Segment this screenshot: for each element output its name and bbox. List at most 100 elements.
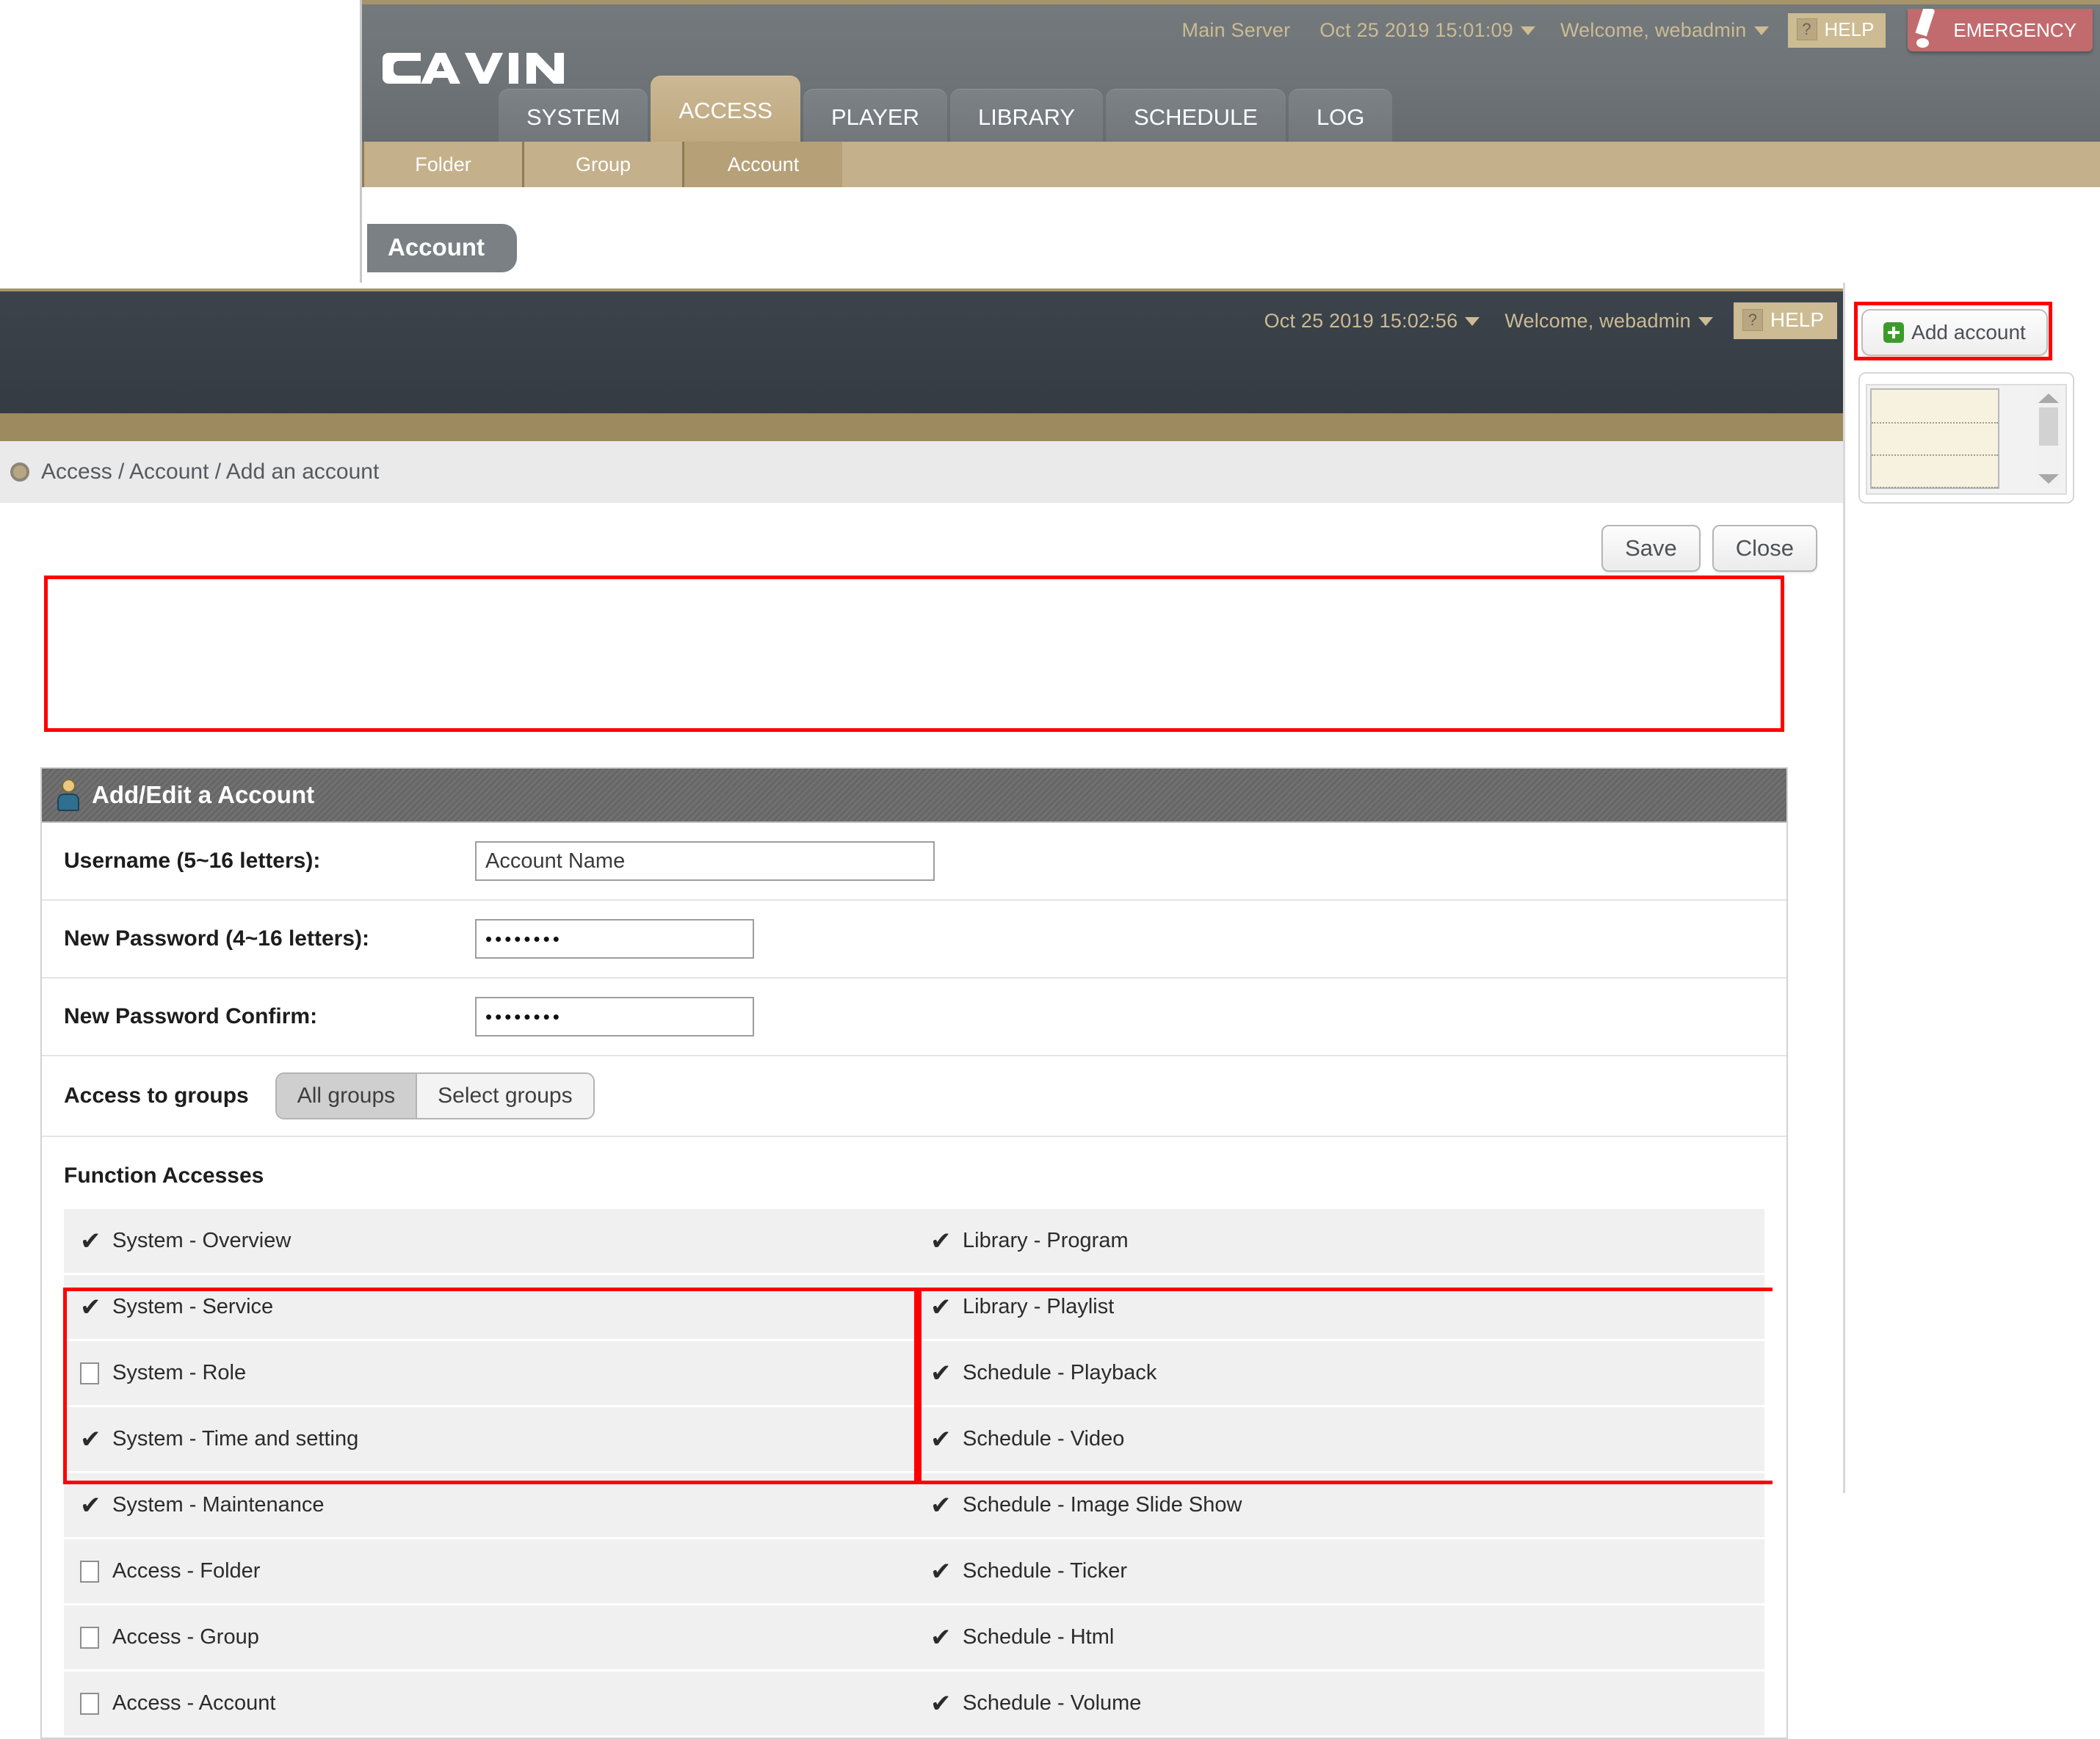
access-to-groups-label: Access to groups <box>64 1083 249 1108</box>
function-access-row[interactable]: ✔Schedule - Video <box>914 1407 1764 1473</box>
overlay-welcome-user-label[interactable]: Welcome, webadmin <box>1505 310 1713 333</box>
checkmark-icon: ✔ <box>930 1691 963 1716</box>
function-access-row[interactable]: ✔Schedule - Playback <box>914 1341 1764 1407</box>
function-access-row[interactable]: ✔Schedule - Html <box>914 1605 1764 1671</box>
plus-icon <box>1883 322 1904 343</box>
help-label: HELP <box>1825 18 1875 41</box>
function-access-label: Schedule - Video <box>963 1427 1124 1451</box>
subtab-account[interactable]: Account <box>682 142 842 187</box>
server-name: Main Server <box>1182 19 1291 42</box>
function-access-label: Access - Folder <box>112 1559 260 1583</box>
welcome-user-label[interactable]: Welcome, webadmin <box>1560 19 1769 42</box>
tab-player[interactable]: PLAYER <box>803 89 947 146</box>
tab-schedule[interactable]: SCHEDULE <box>1106 89 1286 146</box>
function-accesses-grid: ✔System - Overview✔System - ServiceSyste… <box>42 1209 1786 1738</box>
function-access-label: Library - Playlist <box>963 1295 1114 1319</box>
add-account-button[interactable]: Add account <box>1861 309 2048 356</box>
tab-system[interactable]: SYSTEM <box>499 89 648 146</box>
function-access-label: Schedule - Volume <box>963 1691 1141 1716</box>
scroll-down-arrow-icon[interactable] <box>2038 474 2059 484</box>
add-account-label: Add account <box>1911 321 2026 344</box>
chevron-down-icon <box>1754 26 1769 35</box>
panel-title: Add/Edit a Account <box>92 781 314 809</box>
unchecked-checkbox-icon[interactable] <box>80 1627 99 1649</box>
background-utility-bar: Main Server Oct 25 2019 15:01:09 Welcome… <box>1182 10 2100 50</box>
function-access-label: Schedule - Image Slide Show <box>963 1493 1242 1517</box>
new-password-label: New Password (4~16 letters): <box>64 926 475 951</box>
background-top-header: Main Server Oct 25 2019 15:01:09 Welcome… <box>362 0 2100 146</box>
function-access-row[interactable]: ✔System - Maintenance <box>64 1473 914 1539</box>
username-field-row: Username (5~16 letters): Account Name <box>42 823 1786 901</box>
overlay-help-button[interactable]: ? HELP <box>1734 302 1837 339</box>
function-access-row[interactable]: ✔System - Time and setting <box>64 1407 914 1473</box>
subtab-group[interactable]: Group <box>522 142 682 187</box>
function-access-row[interactable]: ✔System - Overview <box>64 1209 914 1275</box>
toggle-option-all-groups[interactable]: All groups <box>277 1074 417 1118</box>
breadcrumb-bar: Access / Account / Add an account <box>0 441 1843 503</box>
function-access-row[interactable]: Access - Account <box>64 1671 914 1738</box>
question-mark-icon: ? <box>1797 18 1817 40</box>
access-to-groups-row: Access to groups All groups Select group… <box>42 1056 1786 1137</box>
datetime-label[interactable]: Oct 25 2019 15:01:09 <box>1319 19 1535 42</box>
access-to-groups-toggle: All groups Select groups <box>275 1072 595 1119</box>
unchecked-checkbox-icon[interactable] <box>80 1561 99 1583</box>
account-list-body[interactable] <box>1870 388 1999 489</box>
question-mark-icon: ? <box>1742 309 1763 331</box>
checkmark-icon: ✔ <box>930 1361 963 1386</box>
function-access-row[interactable]: ✔Library - Program <box>914 1209 1764 1275</box>
function-accesses-left-column: ✔System - Overview✔System - ServiceSyste… <box>64 1209 914 1738</box>
checkmark-icon: ✔ <box>930 1625 963 1650</box>
account-list-card <box>1858 372 2074 504</box>
checkmark-icon: ✔ <box>80 1295 112 1320</box>
close-button[interactable]: Close <box>1712 525 1817 572</box>
subtab-folder[interactable]: Folder <box>362 142 522 187</box>
function-access-row[interactable]: ✔Schedule - Image Slide Show <box>914 1473 1764 1539</box>
function-access-row[interactable]: ✔Library - Playlist <box>914 1275 1764 1341</box>
scrollbar-thumb[interactable] <box>2039 407 2058 446</box>
function-access-label: System - Service <box>112 1295 273 1319</box>
function-access-row[interactable]: Access - Folder <box>64 1539 914 1605</box>
overlay-top-header: Oct 25 2019 15:02:56 Welcome, webadmin ?… <box>0 288 1843 416</box>
list-row-separator <box>1872 454 1998 456</box>
chevron-down-icon <box>1465 317 1480 326</box>
right-side-panel: Add account <box>1843 283 2100 1493</box>
scroll-up-arrow-icon[interactable] <box>2038 393 2059 403</box>
function-access-label: System - Overview <box>112 1229 291 1253</box>
checkmark-icon: ✔ <box>930 1295 963 1320</box>
tab-access[interactable]: ACCESS <box>651 76 800 146</box>
function-access-row[interactable]: Access - Group <box>64 1605 914 1671</box>
checkmark-icon: ✔ <box>930 1229 963 1254</box>
unchecked-checkbox-icon[interactable] <box>80 1693 99 1715</box>
overlay-datetime-label[interactable]: Oct 25 2019 15:02:56 <box>1264 310 1480 333</box>
function-access-label: System - Maintenance <box>112 1493 325 1517</box>
checkmark-icon: ✔ <box>930 1559 963 1584</box>
function-access-row[interactable]: ✔System - Service <box>64 1275 914 1341</box>
function-access-row[interactable]: ✔Schedule - Volume <box>914 1671 1764 1738</box>
chevron-down-icon <box>1698 317 1713 326</box>
exclamation-icon <box>1908 9 1949 51</box>
help-button[interactable]: ? HELP <box>1788 13 1886 48</box>
background-app-window: Main Server Oct 25 2019 15:01:09 Welcome… <box>360 0 2100 294</box>
new-password-input[interactable]: •••••••• <box>475 919 754 959</box>
tab-library[interactable]: LIBRARY <box>950 89 1103 146</box>
tab-log[interactable]: LOG <box>1289 89 1392 146</box>
toggle-option-select-groups[interactable]: Select groups <box>417 1074 593 1118</box>
annotation-credentials-highlight <box>44 576 1784 732</box>
background-content-area: Account <box>362 187 2100 294</box>
save-button[interactable]: Save <box>1601 525 1701 572</box>
function-access-row[interactable]: System - Role <box>64 1341 914 1407</box>
checkmark-icon: ✔ <box>80 1427 112 1452</box>
page-title: Account <box>367 224 517 272</box>
unchecked-checkbox-icon[interactable] <box>80 1362 99 1384</box>
overlay-help-label: HELP <box>1770 308 1824 332</box>
confirm-password-field-row: New Password Confirm: •••••••• <box>42 979 1786 1056</box>
function-access-row[interactable]: ✔Schedule - Ticker <box>914 1539 1764 1605</box>
function-access-label: Access - Account <box>112 1691 275 1716</box>
chevron-down-icon <box>1521 26 1535 35</box>
confirm-password-input[interactable]: •••••••• <box>475 997 754 1036</box>
username-input[interactable]: Account Name <box>475 841 935 881</box>
checkmark-icon: ✔ <box>930 1493 963 1518</box>
list-scrollbar[interactable] <box>2036 388 2061 489</box>
add-edit-account-panel: Add/Edit a Account Username (5~16 letter… <box>40 767 1788 1739</box>
emergency-button[interactable]: EMERGENCY <box>1908 9 2093 51</box>
